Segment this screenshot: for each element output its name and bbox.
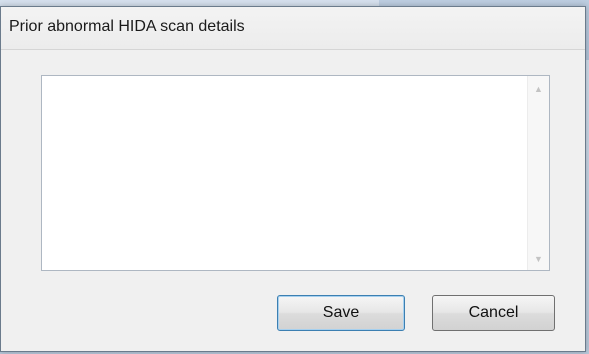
details-textarea[interactable] <box>42 76 528 270</box>
dialog-title: Prior abnormal HIDA scan details <box>9 18 245 35</box>
scroll-down-icon[interactable]: ▼ <box>528 250 549 268</box>
cancel-button[interactable]: Cancel <box>432 295 555 331</box>
save-button[interactable]: Save <box>277 295 405 331</box>
hida-details-dialog: Prior abnormal HIDA scan details ▲ ▼ Sav… <box>0 6 586 352</box>
vertical-scrollbar[interactable]: ▲ ▼ <box>527 76 549 270</box>
dialog-titlebar[interactable]: Prior abnormal HIDA scan details <box>1 7 585 50</box>
scroll-up-icon[interactable]: ▲ <box>528 80 549 98</box>
details-textarea-frame: ▲ ▼ <box>41 75 550 271</box>
